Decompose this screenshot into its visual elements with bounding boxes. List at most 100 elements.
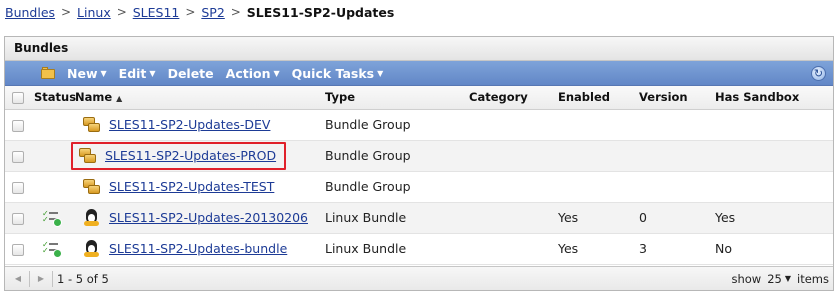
version-cell: 0	[639, 202, 715, 234]
category-cell	[469, 140, 558, 172]
has-sandbox-cell: No	[715, 233, 833, 265]
divider	[52, 270, 53, 287]
row-checkbox[interactable]	[12, 181, 24, 194]
show-label: show	[731, 271, 762, 286]
has-sandbox-cell	[715, 109, 833, 141]
bundle-group-icon	[83, 116, 101, 133]
chevron-down-icon: ▼	[100, 68, 107, 78]
row-checkbox[interactable]	[12, 150, 24, 163]
select-all-checkbox[interactable]	[12, 91, 24, 104]
bundle-name-link[interactable]: SLES11-SP2-Updates-TEST	[109, 179, 274, 194]
toolbar: New ▼ Edit ▼ Delete Action ▼ Quick Tasks ▼ ↻	[5, 61, 833, 86]
table-row: ✓ ✓ SLES11-SP2-Updates-bundle Linux Bundl…	[5, 233, 833, 265]
linux-bundle-icon	[83, 209, 101, 226]
breadcrumb-current: SLES11-SP2-Updates	[246, 4, 395, 20]
refresh-icon[interactable]: ↻	[811, 66, 826, 81]
type-cell: Linux Bundle	[325, 202, 469, 234]
edit-menu[interactable]: Edit ▼	[119, 66, 156, 81]
page-size-select[interactable]: 25 ▼	[767, 272, 791, 286]
edit-label: Edit	[118, 65, 147, 81]
enabled-cell: Yes	[558, 202, 639, 234]
breadcrumb-link-bundles[interactable]: Bundles	[5, 5, 55, 20]
has-sandbox-cell	[715, 171, 833, 203]
has-sandbox-cell: Yes	[715, 202, 833, 234]
action-menu[interactable]: Action ▼	[226, 66, 280, 81]
page-range: 1 - 5 of 5	[57, 271, 109, 286]
new-menu[interactable]: New ▼	[67, 66, 107, 81]
status-cell: ✓ ✓	[34, 233, 75, 265]
breadcrumb-link-sles11[interactable]: SLES11	[133, 5, 180, 20]
type-cell: Bundle Group	[325, 140, 469, 172]
new-folder-icon[interactable]	[41, 67, 55, 79]
quick-tasks-menu[interactable]: Quick Tasks ▼	[292, 66, 384, 81]
bundles-panel: Bundles New ▼ Edit ▼ Delete Action ▼ Quick …	[4, 36, 834, 291]
name-header-label: Name	[75, 90, 113, 105]
delete-button[interactable]: Delete	[168, 66, 214, 81]
divider	[29, 270, 30, 287]
status-cell: ✓ ✓	[34, 202, 75, 234]
version-cell: 3	[639, 233, 715, 265]
breadcrumb: Bundles > Linux > SLES11 > SP2 > SLES11-…	[5, 3, 394, 21]
breadcrumb-link-sp2[interactable]: SP2	[201, 5, 224, 20]
status-cell	[34, 140, 75, 172]
chevron-down-icon: ▼	[149, 68, 156, 78]
table-row: SLES11-SP2-Updates-TEST Bundle Group	[5, 171, 833, 203]
bundle-name-link[interactable]: SLES11-SP2-Updates-20130206	[109, 210, 308, 225]
version-cell	[639, 109, 715, 141]
type-cell: Linux Bundle	[325, 233, 469, 265]
version-cell	[639, 140, 715, 172]
enabled-cell: Yes	[558, 233, 639, 265]
select-all-cell	[5, 86, 34, 110]
type-cell: Bundle Group	[325, 109, 469, 141]
row-checkbox[interactable]	[12, 212, 24, 225]
type-cell: Bundle Group	[325, 171, 469, 203]
status-ok-icon: ✓ ✓	[42, 240, 62, 258]
column-header-has-sandbox[interactable]: Has Sandbox	[715, 86, 833, 110]
highlight-box: SLES11-SP2-Updates-PROD	[71, 141, 287, 170]
version-cell	[639, 171, 715, 203]
table-row: ✓ ✓ SLES11-SP2-Updates-20130206 Linux Bun…	[5, 202, 833, 234]
enabled-cell	[558, 171, 639, 203]
bundle-name-link[interactable]: SLES11-SP2-Updates-PROD	[105, 148, 276, 163]
breadcrumb-link-linux[interactable]: Linux	[77, 5, 111, 20]
chevron-down-icon: ▼	[273, 68, 280, 78]
table-row: SLES11-SP2-Updates-DEV Bundle Group	[5, 109, 833, 141]
panel-title: Bundles	[5, 37, 833, 61]
category-cell	[469, 233, 558, 265]
breadcrumb-separator: >	[230, 5, 241, 19]
category-cell	[469, 109, 558, 141]
category-cell	[469, 202, 558, 234]
column-header-enabled[interactable]: Enabled	[558, 86, 639, 110]
bundle-name-link[interactable]: SLES11-SP2-Updates-bundle	[109, 241, 287, 256]
column-header-status[interactable]: Status	[34, 86, 76, 110]
pagination-bar: ◀ ▶ 1 - 5 of 5 show 25 ▼ items	[5, 266, 833, 290]
chevron-down-icon: ▼	[784, 274, 792, 283]
page-size-value: 25	[767, 271, 782, 286]
next-page-icon[interactable]: ▶	[34, 271, 48, 287]
quick-tasks-label: Quick Tasks	[291, 65, 375, 81]
row-checkbox[interactable]	[12, 243, 24, 256]
prev-page-icon[interactable]: ◀	[11, 271, 25, 287]
status-ok-icon: ✓ ✓	[42, 209, 62, 227]
column-header-category[interactable]: Category	[469, 86, 558, 110]
bundles-table: Status Name ▲ Type Category Enabled Versi…	[5, 86, 833, 265]
row-checkbox[interactable]	[12, 119, 24, 132]
has-sandbox-cell	[715, 140, 833, 172]
status-cell	[34, 109, 75, 141]
items-label: items	[797, 271, 829, 286]
action-label: Action	[225, 65, 271, 81]
bundle-group-icon	[83, 178, 101, 195]
chevron-down-icon: ▼	[377, 68, 384, 78]
linux-bundle-icon	[83, 240, 101, 257]
table-row: SLES11-SP2-Updates-PROD Bundle Group	[5, 140, 833, 172]
bundle-group-icon	[79, 147, 97, 164]
column-header-name[interactable]: Name ▲	[75, 86, 325, 110]
column-header-type[interactable]: Type	[325, 86, 469, 110]
bundle-name-link[interactable]: SLES11-SP2-Updates-DEV	[109, 117, 270, 132]
column-header-version[interactable]: Version	[639, 86, 715, 110]
breadcrumb-separator: >	[61, 5, 72, 19]
category-cell	[469, 171, 558, 203]
breadcrumb-separator: >	[116, 5, 127, 19]
status-cell	[34, 171, 75, 203]
new-label: New	[67, 65, 98, 81]
